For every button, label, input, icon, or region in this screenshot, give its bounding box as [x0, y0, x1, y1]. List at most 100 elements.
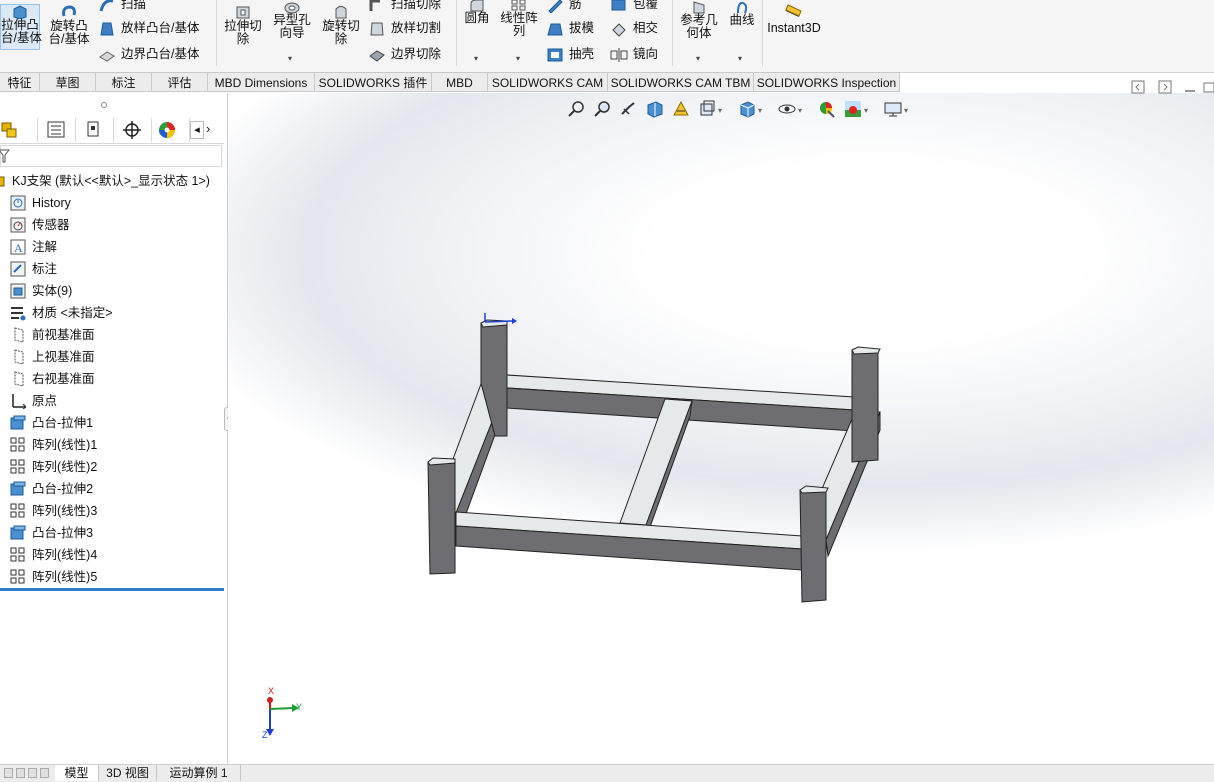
extrude-boss-button[interactable]: 拉伸凸 台/基体: [0, 4, 42, 50]
hole-wizard-button[interactable]: 异型孔 向导: [271, 0, 313, 40]
scroll-right-button[interactable]: ›: [206, 121, 210, 136]
shell-icon: [547, 48, 563, 62]
shell-button[interactable]: 抽壳: [546, 44, 594, 64]
hide-show-items-icon[interactable]: [778, 100, 796, 118]
history-icon: [10, 195, 26, 211]
rib-label: 筋: [569, 0, 582, 11]
tab-evaluate[interactable]: 评估: [152, 72, 208, 92]
draft-button[interactable]: 拔模: [546, 18, 594, 38]
view-settings-dropdown[interactable]: ▾: [904, 106, 908, 115]
tile-left-icon[interactable]: [1131, 80, 1145, 94]
boundary-boss-button[interactable]: 边界凸台/基体: [98, 44, 199, 64]
plane-icon: [14, 327, 24, 343]
linear-pattern-dropdown[interactable]: ▾: [516, 54, 520, 63]
reference-geometry-button[interactable]: 参考几 何体: [676, 0, 722, 40]
fillet-dropdown[interactable]: ▾: [474, 54, 478, 63]
revolve-cut-icon: [335, 6, 347, 19]
view-settings-icon[interactable]: [884, 100, 902, 118]
feature-manager-tab[interactable]: [0, 118, 38, 142]
previous-tab-button[interactable]: [16, 768, 25, 778]
hole-wizard-dropdown[interactable]: ▾: [288, 54, 292, 63]
intersect-button[interactable]: 相交: [610, 18, 658, 38]
triad-y-label: Y: [296, 702, 303, 712]
sweep-cut-button[interactable]: 扫描切除: [368, 0, 441, 14]
leg-back-right: [851, 349, 879, 463]
first-tab-button[interactable]: [4, 768, 13, 778]
tab-mbd-dimensions[interactable]: MBD Dimensions: [208, 72, 315, 92]
last-tab-button[interactable]: [40, 768, 49, 778]
loft-cut-icon: [370, 22, 384, 36]
display-manager-tab[interactable]: [152, 118, 190, 142]
next-tab-button[interactable]: [28, 768, 37, 778]
zoom-to-fit-icon[interactable]: [568, 100, 586, 118]
reference-geometry-dropdown[interactable]: ▾: [696, 54, 700, 63]
wrap-button[interactable]: 包覆: [610, 0, 658, 14]
reference-geometry-label: 参考几 何体: [680, 13, 718, 40]
linear-pattern-button[interactable]: 线性阵 列: [497, 0, 541, 38]
tab-solidworks-addins[interactable]: SOLIDWORKS 插件: [315, 72, 432, 92]
extrude-cut-button[interactable]: 拉伸切 除: [222, 4, 264, 46]
configuration-manager-tab[interactable]: [76, 118, 114, 142]
loft-cut-button[interactable]: 放样切割: [368, 18, 441, 38]
apply-scene-icon[interactable]: [844, 100, 862, 118]
wrap-label: 包覆: [633, 0, 659, 11]
markup-icon: [10, 261, 26, 277]
view-orientation-icon[interactable]: [698, 100, 716, 118]
scroll-left-button[interactable]: ◂: [190, 121, 204, 139]
property-manager-tab[interactable]: [38, 118, 76, 142]
revolve-cut-button[interactable]: 旋转切 除: [320, 4, 362, 46]
rib-button[interactable]: 筋: [546, 0, 582, 14]
tree-item-label: 注解: [32, 240, 58, 254]
panel-grip-handle[interactable]: [101, 102, 107, 108]
tree-item-label: 右视基准面: [32, 372, 95, 386]
tab-3d-views[interactable]: 3D 视图: [99, 765, 157, 781]
solid-bodies-icon: [10, 283, 26, 299]
hide-show-dropdown[interactable]: ▾: [798, 106, 802, 115]
curves-label: 曲线: [729, 13, 755, 27]
display-style-icon[interactable]: [738, 100, 756, 118]
intersect-icon: [612, 22, 626, 37]
fillet-button[interactable]: 圆角: [460, 0, 494, 25]
curves-dropdown[interactable]: ▾: [738, 54, 742, 63]
dimxpert-manager-tab[interactable]: [114, 118, 152, 142]
tab-markup[interactable]: 标注: [96, 72, 152, 92]
part-model-render: [427, 313, 881, 603]
tab-features[interactable]: 特征: [0, 72, 40, 92]
tree-item-label: 阵列(线性)3: [32, 504, 98, 518]
restore-icon[interactable]: [1202, 80, 1214, 94]
tab-motion-study-1[interactable]: 运动算例 1: [157, 765, 241, 781]
boundary-cut-button[interactable]: 边界切除: [368, 44, 441, 64]
graphics-viewport[interactable]: X Y Z: [228, 80, 1214, 764]
annotation-icon: A: [10, 239, 26, 255]
revolve-boss-button[interactable]: 旋转凸 台/基体: [46, 4, 92, 46]
tree-item-label: History: [32, 196, 71, 210]
curves-button[interactable]: 曲线: [726, 0, 758, 27]
display-style-dropdown[interactable]: ▾: [758, 106, 762, 115]
tab-solidworks-cam[interactable]: SOLIDWORKS CAM: [488, 72, 608, 92]
instant3d-button[interactable]: Instant3D: [766, 2, 822, 35]
loft-boss-button[interactable]: 放样凸台/基体: [98, 18, 199, 38]
apply-scene-dropdown[interactable]: ▾: [864, 106, 868, 115]
tree-item-label: 前视基准面: [32, 328, 95, 342]
dynamic-annotation-icon[interactable]: [672, 100, 690, 118]
tab-mbd[interactable]: MBD: [432, 72, 488, 92]
minimize-icon[interactable]: [1183, 80, 1197, 94]
feature-filter-field[interactable]: [0, 145, 222, 167]
view-orientation-dropdown[interactable]: ▾: [718, 106, 722, 115]
previous-view-icon[interactable]: [620, 100, 638, 118]
linear-pattern-icon: [10, 437, 25, 452]
edit-appearance-icon[interactable]: [818, 100, 836, 118]
zoom-to-area-icon[interactable]: [594, 100, 612, 118]
tab-solidworks-cam-tbm[interactable]: SOLIDWORKS CAM TBM: [608, 72, 754, 92]
command-manager-ribbon: 拉伸凸 台/基体 旋转凸 台/基体 扫描 放样凸台/基体 边界凸台/基体 拉伸切…: [0, 0, 1214, 73]
mirror-button[interactable]: 镜向: [610, 44, 658, 64]
tile-right-icon[interactable]: [1158, 80, 1172, 94]
tab-solidworks-inspection[interactable]: SOLIDWORKS Inspection: [754, 72, 900, 92]
fillet-label: 圆角: [464, 11, 490, 25]
sweep-button[interactable]: 扫描: [98, 0, 146, 14]
intersect-label: 相交: [633, 21, 659, 35]
section-view-icon[interactable]: [646, 100, 664, 118]
tab-model[interactable]: 模型: [55, 765, 99, 781]
rollback-bar[interactable]: [0, 588, 224, 591]
tab-sketch[interactable]: 草图: [40, 72, 96, 92]
